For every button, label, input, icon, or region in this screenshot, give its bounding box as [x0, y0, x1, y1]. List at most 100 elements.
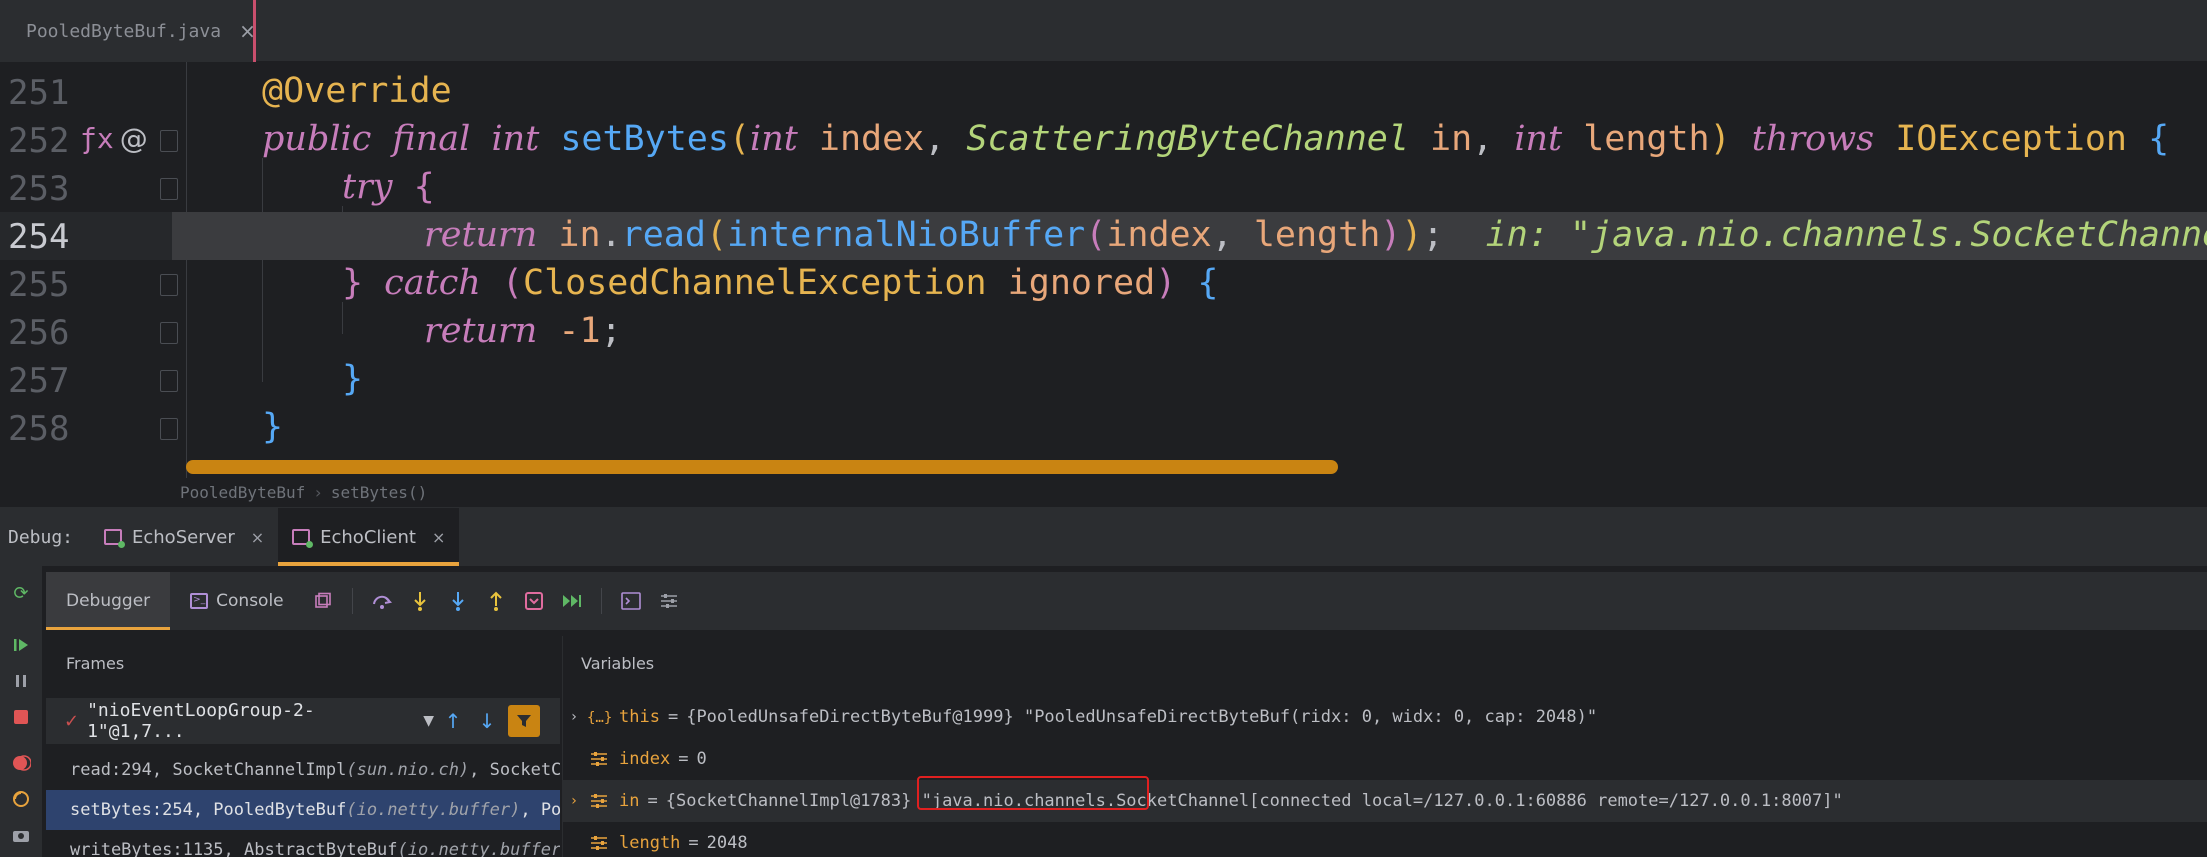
code-line-256: 256 return -1; — [0, 308, 2207, 356]
toolbar-divider — [600, 588, 602, 614]
breadcrumb: PooledByteBuf › setBytes() — [0, 478, 2207, 508]
step-out-icon[interactable] — [483, 588, 509, 614]
force-step-into-icon[interactable] — [445, 588, 471, 614]
step-over-icon[interactable] — [369, 588, 395, 614]
debug-label: Debug: — [8, 526, 74, 548]
chevron-right-icon[interactable]: › — [563, 793, 585, 809]
tab-debugger[interactable]: Debugger — [46, 572, 171, 630]
line-number: 258 — [8, 409, 70, 449]
fold-icon[interactable] — [160, 130, 178, 152]
variable-name: index — [619, 749, 671, 769]
variable-name: length — [619, 833, 681, 853]
chevron-right-icon[interactable]: › — [563, 709, 585, 725]
inline-value-label: in: — [1485, 215, 1549, 255]
fold-icon[interactable] — [160, 370, 178, 392]
resume-icon[interactable] — [10, 634, 32, 656]
tab-console[interactable]: >_ Console — [170, 572, 304, 630]
variable-name: in — [619, 791, 640, 811]
filter-icon[interactable] — [508, 705, 540, 737]
line-number: 254 — [8, 217, 70, 257]
code-line-258: 258 } — [0, 404, 2207, 452]
gutter-icons[interactable]: ƒx @ — [80, 122, 148, 155]
trace-settings-icon[interactable] — [656, 588, 682, 614]
svg-text:{…}: {…} — [587, 710, 611, 726]
code-editor[interactable]: 251 @Override 252 ƒx @ public final int s… — [0, 62, 2207, 478]
run-to-cursor-icon[interactable] — [559, 588, 585, 614]
variable-name: this — [619, 707, 660, 727]
code-line-255: 255 } catch (ClosedChannelException igno… — [0, 260, 2207, 308]
arrow-up-icon[interactable]: ↑ — [438, 706, 468, 736]
frame-item-selected[interactable]: setBytes:254, PooledByteBuf (io.netty.bu… — [46, 790, 560, 830]
chevron-down-icon: ▼ — [423, 713, 434, 729]
horizontal-scrollbar[interactable] — [186, 460, 1338, 474]
code-text: return -1; — [424, 311, 622, 351]
mute-breakpoints-icon[interactable] — [10, 788, 32, 810]
fold-icon[interactable] — [160, 178, 178, 200]
field-icon — [587, 836, 611, 850]
drop-frame-icon[interactable] — [521, 588, 547, 614]
fold-icon[interactable] — [160, 418, 178, 440]
close-session-icon[interactable]: × — [251, 528, 264, 547]
evaluate-expression-icon[interactable] — [618, 588, 644, 614]
variable-value: {PooledUnsafeDirectByteBuf@1999} "Pooled… — [686, 707, 1598, 727]
thread-name: "nioEventLoopGroup-2-1"@1,7... — [87, 700, 315, 742]
camera-icon[interactable] — [10, 824, 32, 846]
gutter: 258 — [0, 404, 178, 452]
session-tab-echoclient[interactable]: EchoClient × — [278, 508, 460, 566]
code-text: } catch (ClosedChannelException ignored)… — [342, 263, 1219, 303]
breadcrumb-class[interactable]: PooledByteBuf — [180, 483, 305, 502]
annotation-highlight-box — [917, 776, 1149, 810]
frame-item[interactable]: read:294, SocketChannelImpl (sun.nio.ch)… — [46, 750, 560, 790]
lambda-icon[interactable]: ƒx — [80, 122, 114, 155]
frames-title: Frames — [66, 654, 125, 673]
layout-icon[interactable] — [310, 588, 336, 614]
editor-tab-pooledbytebuf[interactable]: PooledByteBuf.java × — [0, 0, 256, 62]
close-session-icon[interactable]: × — [432, 528, 445, 547]
fold-icon[interactable] — [160, 322, 178, 344]
line-number: 252 — [8, 121, 70, 161]
code-text: try { — [342, 167, 435, 207]
code-text: return in.read(internalNioBuffer(index, … — [424, 215, 2207, 255]
variables-panel: Variables › {…} this = {PooledUnsafeDire… — [562, 636, 2207, 857]
variable-row-index[interactable]: index = 0 — [563, 738, 2207, 780]
view-breakpoints-icon[interactable] — [10, 752, 32, 774]
arrow-down-icon[interactable]: ↓ — [472, 706, 502, 736]
console-icon: >_ — [190, 593, 209, 609]
gutter: 256 — [0, 308, 178, 356]
gutter: 255 — [0, 260, 178, 308]
close-tab-icon[interactable]: × — [239, 19, 256, 43]
stop-icon[interactable] — [10, 706, 32, 728]
debug-tool-window-header: Debug: EchoServer × EchoClient × — [0, 508, 2207, 566]
code-text: @Override — [262, 71, 452, 111]
variable-row-in[interactable]: › in = {SocketChannelImpl@1783} "java.ni… — [563, 780, 2207, 822]
code-line-257: 257 } — [0, 356, 2207, 404]
debugger-toolbar: Debugger >_ Console — [46, 572, 2207, 630]
line-number: 251 — [8, 73, 70, 113]
session-label: EchoClient — [320, 526, 416, 548]
variable-row-length[interactable]: length = 2048 — [563, 822, 2207, 857]
object-icon: {…} — [587, 708, 611, 726]
code-text: } — [342, 359, 364, 399]
editor-tab-bar: PooledByteBuf.java × — [0, 0, 2207, 62]
code-line-254-current: 254 return in.read(internalNioBuffer(ind… — [0, 212, 2207, 260]
step-into-icon[interactable] — [407, 588, 433, 614]
breadcrumb-method[interactable]: setBytes() — [331, 483, 427, 502]
thread-dropdown[interactable]: ✓ "nioEventLoopGroup-2-1"@1,7... ▼ — [46, 700, 434, 742]
inline-value: "java.nio.channels.SocketChannel[co — [1569, 215, 2207, 255]
breadcrumb-separator: › — [313, 483, 323, 502]
pause-icon[interactable] — [10, 670, 32, 692]
annotation-icon[interactable]: @ — [120, 122, 148, 155]
gutter: 253 — [0, 164, 178, 212]
editor-tab-label: PooledByteBuf.java — [26, 20, 222, 42]
fold-icon[interactable] — [160, 274, 178, 296]
rerun-icon[interactable]: ⟳ — [10, 582, 32, 604]
frame-item[interactable]: writeBytes:1135, AbstractByteBuf (io.net… — [46, 830, 560, 857]
gutter: 251 — [0, 68, 172, 116]
line-number: 257 — [8, 361, 70, 401]
variable-row-this[interactable]: › {…} this = {PooledUnsafeDirectByteBuf@… — [563, 696, 2207, 738]
variable-value: {SocketChannelImpl@1783} "java.nio.chann… — [665, 791, 1843, 811]
variable-value: 0 — [696, 749, 707, 769]
thread-selector-row: ✓ "nioEventLoopGroup-2-1"@1,7... ▼ ↑ ↓ — [46, 698, 560, 744]
session-tab-echoserver[interactable]: EchoServer × — [90, 508, 278, 566]
line-number: 255 — [8, 265, 70, 305]
